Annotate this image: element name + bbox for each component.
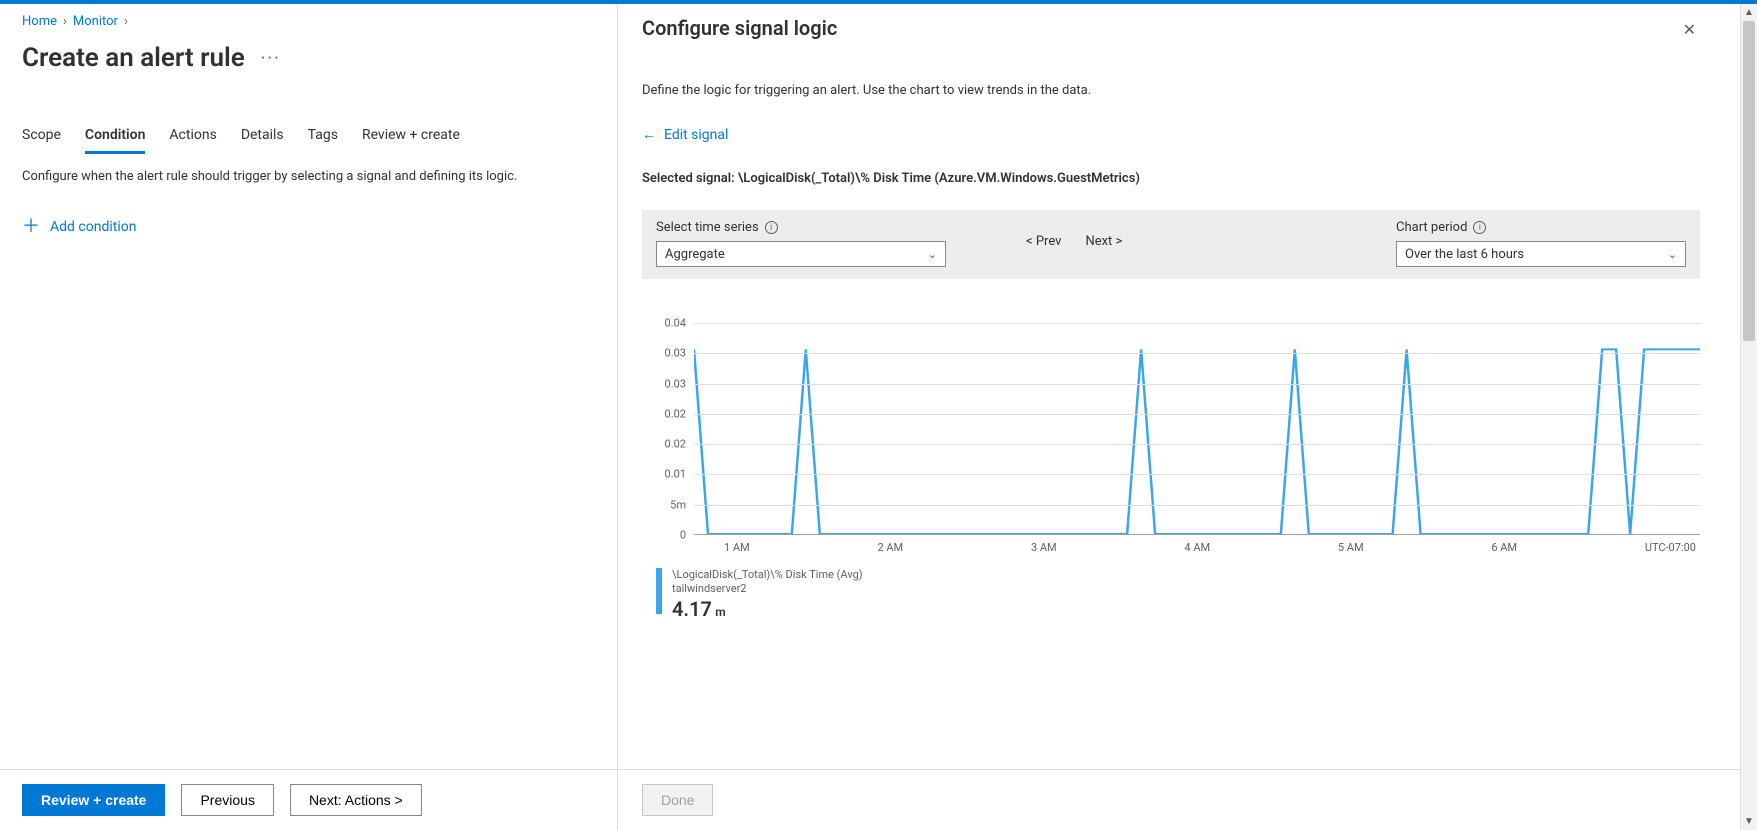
filter-bar: Select time series i Aggregate ⌄ < Prev … bbox=[642, 210, 1700, 279]
x-tick: 1 AM bbox=[724, 541, 750, 554]
edit-signal-link[interactable]: ← Edit signal bbox=[642, 126, 1700, 143]
x-tick: 3 AM bbox=[1031, 541, 1057, 554]
next-actions-button[interactable]: Next: Actions > bbox=[290, 784, 422, 816]
chevron-down-icon: ⌄ bbox=[928, 248, 937, 261]
tabs: Scope Condition Actions Details Tags Review +… bbox=[22, 127, 617, 155]
review-create-button[interactable]: Review + create bbox=[22, 784, 165, 816]
tab-review-create[interactable]: Review + create bbox=[362, 127, 460, 154]
time-series-value: Aggregate bbox=[665, 247, 725, 262]
tab-actions[interactable]: Actions bbox=[169, 127, 216, 154]
time-series-select[interactable]: Aggregate ⌄ bbox=[656, 241, 946, 267]
y-tick: 0.02 bbox=[665, 407, 686, 420]
chevron-right-icon: › bbox=[63, 14, 67, 29]
y-tick: 0.02 bbox=[665, 438, 686, 451]
y-tick: 0 bbox=[680, 529, 686, 542]
y-tick: 5m bbox=[670, 498, 686, 511]
legend-unit: m bbox=[715, 605, 725, 619]
prev-link[interactable]: < Prev bbox=[1026, 234, 1061, 249]
y-tick: 0.03 bbox=[665, 377, 686, 390]
chevron-down-icon: ⌄ bbox=[1668, 248, 1677, 261]
x-tick: 5 AM bbox=[1338, 541, 1364, 554]
tab-condition[interactable]: Condition bbox=[85, 127, 146, 154]
breadcrumb-monitor[interactable]: Monitor bbox=[73, 14, 118, 29]
previous-button[interactable]: Previous bbox=[181, 784, 273, 816]
plus-icon: ＋ bbox=[22, 218, 40, 236]
breadcrumb-home[interactable]: Home bbox=[22, 14, 57, 29]
tab-details[interactable]: Details bbox=[241, 127, 284, 154]
info-icon[interactable]: i bbox=[765, 221, 778, 234]
add-condition-label: Add condition bbox=[50, 219, 136, 235]
y-tick: 0.01 bbox=[665, 468, 686, 481]
selected-signal: Selected signal: \LogicalDisk(_Total)\% … bbox=[642, 171, 1700, 186]
x-tick: 6 AM bbox=[1491, 541, 1517, 554]
add-condition-button[interactable]: ＋ Add condition bbox=[22, 218, 617, 236]
scrollbar[interactable]: ▲ ▼ bbox=[1740, 4, 1757, 830]
tab-tags[interactable]: Tags bbox=[308, 127, 338, 154]
y-tick: 0.04 bbox=[665, 317, 686, 330]
legend-value: 4.17 bbox=[672, 597, 712, 621]
tab-scope[interactable]: Scope bbox=[22, 127, 61, 154]
arrow-left-icon: ← bbox=[642, 126, 656, 143]
breadcrumb: Home › Monitor › bbox=[22, 14, 617, 29]
selected-signal-value: \LogicalDisk(_Total)\% Disk Time (Azure.… bbox=[738, 171, 1140, 186]
chart-period-value: Over the last 6 hours bbox=[1405, 247, 1524, 262]
chart-timezone: UTC-07:00 bbox=[1645, 541, 1696, 554]
panel-title: Configure signal logic bbox=[642, 16, 837, 40]
chevron-right-icon: › bbox=[124, 14, 128, 29]
page-title: Create an alert rule bbox=[22, 43, 245, 73]
legend-resource-name: tailwindserver2 bbox=[672, 582, 863, 596]
more-icon[interactable]: ··· bbox=[261, 48, 281, 69]
time-series-label: Select time series bbox=[656, 220, 759, 235]
chart: 0.040.030.030.020.020.015m0 1 AM2 AM3 AM… bbox=[642, 323, 1700, 621]
x-tick: 4 AM bbox=[1184, 541, 1210, 554]
info-icon[interactable]: i bbox=[1473, 221, 1486, 234]
legend-series-name: \LogicalDisk(_Total)\% Disk Time (Avg) bbox=[672, 568, 863, 582]
x-tick: 2 AM bbox=[877, 541, 903, 554]
selected-signal-label: Selected signal: bbox=[642, 171, 735, 186]
y-tick: 0.03 bbox=[665, 347, 686, 360]
panel-subtitle: Define the logic for triggering an alert… bbox=[642, 83, 1700, 98]
chart-period-label: Chart period bbox=[1396, 220, 1467, 235]
edit-signal-label: Edit signal bbox=[664, 127, 728, 143]
legend-color-icon bbox=[656, 568, 662, 614]
scroll-up-icon[interactable]: ▲ bbox=[1744, 4, 1754, 21]
close-icon[interactable]: ✕ bbox=[1679, 16, 1700, 43]
next-link[interactable]: Next > bbox=[1085, 234, 1122, 249]
scroll-down-icon[interactable]: ▼ bbox=[1744, 813, 1754, 830]
scroll-thumb[interactable] bbox=[1743, 21, 1755, 341]
tab-description: Configure when the alert rule should tri… bbox=[22, 169, 617, 184]
chart-legend: \LogicalDisk(_Total)\% Disk Time (Avg) t… bbox=[656, 568, 1700, 621]
chart-period-select[interactable]: Over the last 6 hours ⌄ bbox=[1396, 241, 1686, 267]
done-button[interactable]: Done bbox=[642, 784, 713, 816]
